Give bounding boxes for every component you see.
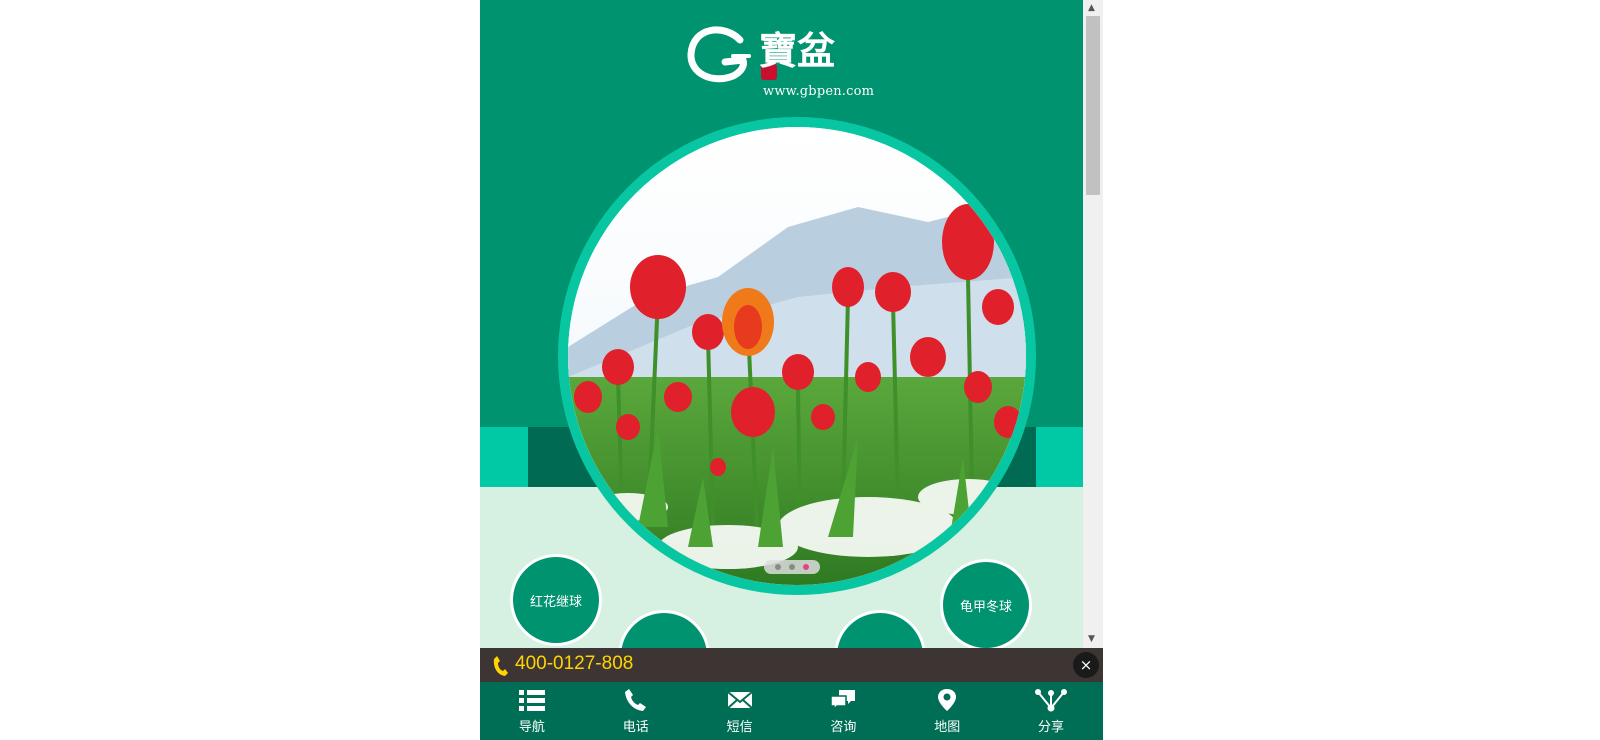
call-bar[interactable]: 400-0127-808 × (480, 648, 1103, 682)
nav-label: 电话 (622, 720, 649, 735)
logo-url: www.gbpen.com (763, 84, 875, 99)
phone-number[interactable]: 400-0127-808 (515, 653, 633, 675)
nav-label: 地图 (934, 720, 961, 735)
site-logo[interactable]: 寶盆 www.gbpen.com (685, 12, 874, 104)
vertical-scrollbar[interactable]: ▲ ▼ (1083, 0, 1103, 648)
category-circle-3[interactable] (834, 610, 926, 648)
band-accent-left (480, 427, 528, 487)
nav-label: 短信 (726, 720, 753, 735)
category-label: 龟甲冬球 (959, 599, 1012, 615)
banner-slide-image[interactable] (568, 127, 1026, 585)
band-accent-right (1036, 427, 1083, 487)
nav-item-consult[interactable]: 咨询 (791, 682, 895, 740)
slider-dot-3[interactable] (803, 564, 809, 570)
nav-item-sms[interactable]: 短信 (688, 682, 792, 740)
nav-item-phone[interactable]: 电话 (584, 682, 688, 740)
chat-icon (830, 690, 856, 711)
scrollbar-thumb[interactable] (1086, 16, 1100, 195)
nav-label: 导航 (518, 720, 545, 735)
list-icon (518, 690, 545, 711)
category-circle-1[interactable]: 红花继球 (510, 554, 602, 646)
mobile-site-frame: 寶盆 www.gbpen.com 红花继球 龟甲冬球 ▲ ▼ 400-0127-… (480, 0, 1103, 740)
map-pin-icon (938, 689, 957, 711)
bottom-navigation: 导航 电话 短信 咨询 地图 分享 (480, 682, 1103, 740)
nav-item-share[interactable]: 分享 (999, 682, 1103, 740)
scroll-up-arrow-icon[interactable]: ▲ (1088, 3, 1095, 13)
phone-handset-icon (493, 656, 508, 676)
category-circle-2[interactable] (618, 610, 710, 648)
share-icon (1035, 689, 1068, 712)
slider-dot-2[interactable] (789, 564, 795, 570)
category-label: 红花继球 (529, 594, 582, 610)
page-viewport[interactable]: 寶盆 www.gbpen.com 红花继球 龟甲冬球 ▲ ▼ (480, 0, 1103, 648)
slider-pagination (764, 560, 820, 574)
svg-text:寶盆: 寶盆 (759, 28, 835, 73)
scroll-down-arrow-icon[interactable]: ▼ (1088, 634, 1095, 644)
tulip-field-image (568, 127, 1026, 585)
phone-icon (624, 689, 646, 711)
nav-label: 咨询 (830, 720, 857, 735)
slider-dot-1[interactable] (775, 564, 781, 570)
nav-label: 分享 (1038, 720, 1065, 735)
nav-item-map[interactable]: 地图 (895, 682, 999, 740)
nav-item-guide[interactable]: 导航 (480, 682, 584, 740)
envelope-icon (726, 691, 753, 709)
close-button[interactable]: × (1073, 652, 1099, 678)
category-circle-4[interactable]: 龟甲冬球 (940, 559, 1032, 648)
